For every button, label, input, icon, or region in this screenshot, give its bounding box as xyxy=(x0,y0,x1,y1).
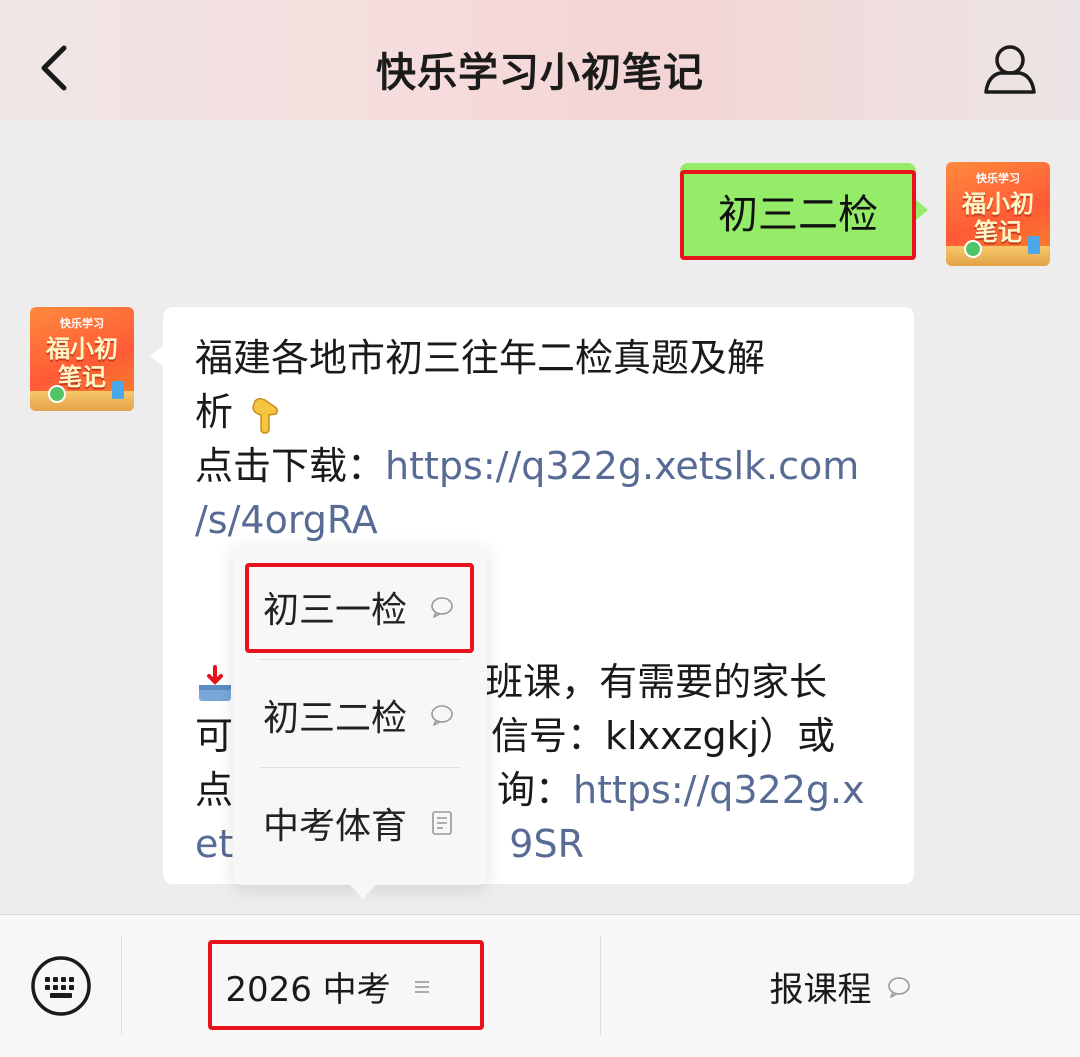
consult-link[interactable]: https://q322g.x xyxy=(573,768,865,812)
cup-icon xyxy=(1028,236,1040,254)
inbox-tray-icon xyxy=(199,664,231,701)
cup-icon xyxy=(112,381,124,399)
submenu-item-pe-exam[interactable]: 中考体育 xyxy=(233,769,487,877)
keyboard-icon xyxy=(31,956,91,1016)
submenu-item-first-exam[interactable]: 初三一检 xyxy=(233,553,487,661)
profile-button[interactable] xyxy=(978,40,1042,100)
download-link-continued[interactable]: /s/4orgRA xyxy=(195,498,378,542)
bottom-menu-bar: 2026 中考 报课程 xyxy=(0,914,1080,1057)
keyboard-toggle-button[interactable] xyxy=(30,955,92,1017)
clock-icon xyxy=(48,385,66,403)
menu-button-zhongkao[interactable]: 2026 中考 xyxy=(122,915,600,1057)
chat-bubble-icon xyxy=(431,705,453,726)
menu-lines-icon xyxy=(414,980,429,993)
sent-message-text: 初三二检 xyxy=(718,192,878,238)
document-icon xyxy=(432,811,452,835)
chat-bubble-icon xyxy=(887,976,910,998)
account-avatar[interactable]: 快乐学习 福小初 笔记 xyxy=(30,307,134,411)
pointing-down-hand-icon xyxy=(252,397,279,434)
message-line: 析 xyxy=(195,385,895,439)
clock-icon xyxy=(964,240,982,258)
submenu-item-second-exam[interactable]: 初三二检 xyxy=(233,661,487,769)
my-avatar[interactable]: 快乐学习 福小初 笔记 xyxy=(946,162,1050,266)
submenu-popup: 初三一检 初三二检 中考体育 xyxy=(233,545,487,899)
person-icon xyxy=(984,45,1036,94)
page-title: 快乐学习小初笔记 xyxy=(376,50,704,96)
message-line: /s/4orgRA xyxy=(195,493,895,547)
message-line: 福建各地市初三往年二检真题及解 xyxy=(195,336,766,380)
sent-message-bubble[interactable]: 初三二检 xyxy=(680,163,928,259)
header-bar: 快乐学习小初笔记 xyxy=(0,0,1080,120)
menu-button-course[interactable]: 报课程 xyxy=(601,915,1080,1057)
chat-bubble-icon xyxy=(431,597,453,618)
download-link[interactable]: https://q322g.xetslk.com xyxy=(385,444,859,488)
message-line: 点击下载：https://q322g.xetslk.com xyxy=(195,444,860,488)
